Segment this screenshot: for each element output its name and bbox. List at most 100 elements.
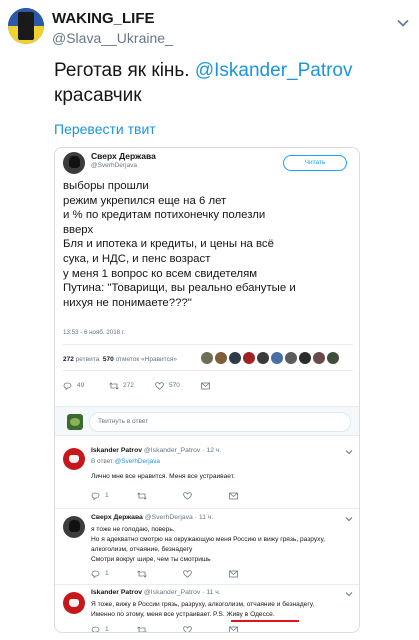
heart-icon xyxy=(155,382,164,390)
chevron-down-icon xyxy=(345,517,353,522)
avatar xyxy=(201,352,213,364)
text-line: Лично мне все нравится. Меня все устраив… xyxy=(91,473,235,480)
reply-text: Я тоже, вижу в России грязь, разруху, ал… xyxy=(91,600,353,620)
text-line: выборы прошли xyxy=(63,180,149,192)
reply-to-mention: @SverhDerjava xyxy=(114,458,160,465)
follow-button: Читать xyxy=(283,155,347,171)
text-line: у меня 1 вопрос ко всем свидетелям xyxy=(63,267,258,280)
reply-count: 1 xyxy=(105,626,109,633)
text-line: Бля и ипотека и кредиты, и цены на всё xyxy=(63,238,274,251)
divider xyxy=(63,344,353,345)
avatar[interactable] xyxy=(8,8,44,44)
avatar xyxy=(313,352,325,364)
avatar xyxy=(63,592,85,614)
avatar xyxy=(63,152,85,174)
quoted-author-handle: @SverhDerjava xyxy=(91,162,137,169)
reply-icon xyxy=(91,626,100,632)
retweet-count: 272 xyxy=(123,382,134,389)
timestamp: 13:53 - 6 нояб. 2018 г. xyxy=(63,329,126,336)
reply-author-name: Сверх Держава xyxy=(91,514,143,521)
translate-tweet-link[interactable]: Перевести твит xyxy=(54,121,156,137)
text-line: и % по кредитам потихонечку полезли xyxy=(63,209,266,222)
avatar xyxy=(285,352,297,364)
message-icon xyxy=(229,570,238,578)
reply-icon xyxy=(63,382,72,390)
tweet-text-start: Реготав як кінь. xyxy=(54,60,195,81)
reply-author-handle: @Iskander_Patrov · 11 ч. xyxy=(143,589,221,596)
avatar xyxy=(243,352,255,364)
chevron-down-icon xyxy=(345,592,353,597)
divider xyxy=(55,508,359,509)
reply-author-handle: @Iskander_Patrov · 12 ч. xyxy=(143,447,222,454)
avatar xyxy=(215,352,227,364)
avatar xyxy=(299,352,311,364)
message-icon xyxy=(229,626,238,632)
reply-author: Сверх Держава @SverhDerjava · 11 ч. xyxy=(91,514,213,521)
attached-screenshot[interactable]: Сверх Держава @SverhDerjava Читать выбор… xyxy=(54,147,360,633)
engagement-stats: 272 ретвита 570 отметок «Нравится» xyxy=(63,356,177,363)
chevron-down-icon xyxy=(345,450,353,455)
reply-author: Iskander Patrov @Iskander_Patrov · 12 ч. xyxy=(91,447,221,454)
tweet-actions: 1 xyxy=(91,569,291,579)
message-icon xyxy=(229,492,238,500)
author-handle[interactable]: @Slava__Ukraine_ xyxy=(52,30,173,46)
tweet-text: Реготав як кінь. @Iskander_Patrov красав… xyxy=(54,58,394,108)
reply-author-name: Iskander Patrov xyxy=(91,589,142,596)
avatar xyxy=(63,516,85,538)
avatar xyxy=(327,352,339,364)
divider xyxy=(55,584,359,585)
heart-icon xyxy=(183,492,192,500)
quoted-tweet-text: выборы прошли режим укрепился еще на 6 л… xyxy=(63,179,353,310)
reply-author-name: Iskander Patrov xyxy=(91,447,142,454)
text-line: я тоже не голодаю, поверь. xyxy=(91,526,175,533)
tweet-actions: 1 xyxy=(91,491,291,501)
author-name[interactable]: WAKING_LIFE xyxy=(52,10,155,27)
message-icon xyxy=(201,382,210,390)
avatar xyxy=(257,352,269,364)
avatar xyxy=(229,352,241,364)
reply-text: я тоже не голодаю, поверь. Но я адекватн… xyxy=(91,525,353,565)
avatar xyxy=(63,448,85,470)
heart-icon xyxy=(183,570,192,578)
retweet-icon xyxy=(137,626,147,632)
tweet-actions: 1 xyxy=(91,625,291,633)
highlight-underline xyxy=(231,620,299,622)
reply-icon xyxy=(91,570,100,578)
retweet-count-label: ретвита xyxy=(75,356,100,363)
retweet-icon xyxy=(137,492,147,500)
reply-to-prefix: В ответ xyxy=(91,458,115,465)
text-line: алкоголизм, отчаяние, безнадегу xyxy=(91,546,193,553)
reply-text: Лично мне все нравится. Меня все устраив… xyxy=(91,472,341,482)
tweet-text-end: красавчик xyxy=(54,85,142,106)
avatar xyxy=(271,352,283,364)
reply-count: 1 xyxy=(105,492,109,499)
like-count: 570 xyxy=(102,356,114,363)
reply-author-handle: @SverhDerjava · 11 ч. xyxy=(144,514,214,521)
reply-input: Твитнуть в ответ xyxy=(89,412,351,432)
avatar xyxy=(67,414,83,430)
text-line: Смотри вокруг шире, чем ты смотришь xyxy=(91,556,211,563)
reply-author: Iskander Patrov @Iskander_Patrov · 11 ч. xyxy=(91,589,221,596)
heart-icon xyxy=(183,626,192,632)
tweet-header: WAKING_LIFE @Slava__Ukraine_ xyxy=(52,6,412,50)
retweet-count: 272 xyxy=(63,356,74,363)
like-count-label: отметок «Нравится» xyxy=(115,356,177,363)
reply-to-label: В ответ @SverhDerjava xyxy=(91,458,160,465)
text-line: Я тоже, вижу в России грязь, разруху, ал… xyxy=(91,601,315,608)
like-count: 570 xyxy=(169,382,180,389)
divider xyxy=(63,370,353,371)
reply-composer: Твитнуть в ответ xyxy=(55,406,359,436)
text-line: Путина: "Товарищи, вы реально ебанутые и xyxy=(63,282,296,295)
reply-icon xyxy=(91,492,100,500)
text-line: режим укрепился еще на 6 лет xyxy=(63,194,227,207)
reply-count: 49 xyxy=(77,382,85,389)
text-line: Именно по этому, меня все устраивает. P.… xyxy=(91,611,275,618)
retweet-icon xyxy=(137,570,147,578)
reply-count: 1 xyxy=(105,570,109,577)
mention-link[interactable]: @Iskander_Patrov xyxy=(195,60,353,81)
text-line: вверх xyxy=(63,223,94,236)
text-line: нихуя не понимаете???" xyxy=(63,296,192,309)
text-line: Но я адекватно смотрю на окружающую меня… xyxy=(91,536,325,543)
chevron-down-icon[interactable] xyxy=(396,16,410,30)
tweet-actions: 49 272 570 xyxy=(63,381,263,391)
